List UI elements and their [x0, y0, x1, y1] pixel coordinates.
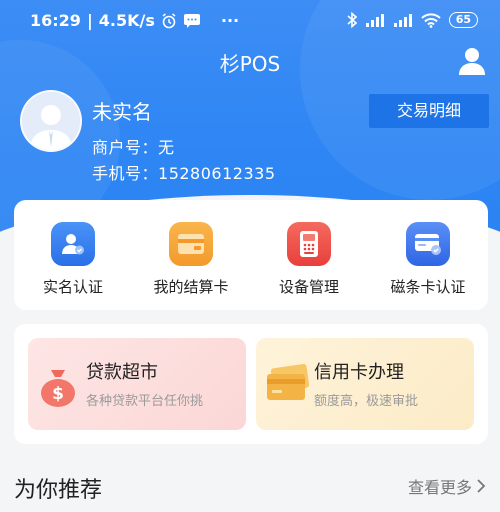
alarm-icon [162, 12, 176, 28]
promo-title: 贷款超市 [86, 362, 158, 383]
promo-subtitle: 额度高，极速审批 [314, 394, 419, 409]
message-icon [183, 13, 200, 28]
feature-label: 设备管理 [278, 278, 339, 296]
bluetooth-icon [347, 12, 357, 28]
status-speed: 4.5K/s [98, 11, 155, 30]
see-more-label: 查看更多 [407, 478, 472, 497]
money-bag-icon: $ [41, 370, 75, 407]
recommend-title: 为你推荐 [14, 478, 103, 503]
feature-id-verify[interactable]: 实名认证 [13, 222, 133, 297]
svg-text:$: $ [52, 384, 64, 404]
avatar-person-icon [22, 92, 80, 150]
promo-subtitle: 各种贷款平台任你挑 [86, 394, 204, 409]
settlement-card-icon [169, 222, 213, 266]
signal-icon-2 [393, 14, 412, 27]
credit-card-icon [267, 364, 310, 400]
promo-loan-market[interactable]: $ 贷款超市 各种贷款平台任你挑 [28, 338, 246, 430]
feature-magstripe-verify[interactable]: 磁条卡认证 [368, 222, 488, 297]
merchant-value: 无 [158, 138, 175, 157]
phone-value: 15280612335 [158, 164, 276, 183]
feature-label: 磁条卡认证 [390, 278, 466, 296]
avatar[interactable] [20, 90, 82, 152]
pos-device-icon [287, 222, 331, 266]
merchant-label: 商户号： [92, 138, 159, 157]
wifi-icon [420, 12, 441, 28]
chevron-right-icon [477, 479, 486, 493]
page-title: 杉POS [219, 52, 281, 76]
promo-credit-card[interactable]: 信用卡办理 额度高，极速审批 [256, 338, 474, 430]
trade-detail-button[interactable]: 交易明细 [369, 94, 489, 128]
phone-row: 手机号：15280612335 [92, 160, 276, 184]
phone-label: 手机号： [92, 164, 159, 183]
promo-title: 信用卡办理 [314, 362, 404, 383]
feature-label: 我的结算卡 [153, 278, 229, 296]
feature-settlement-card[interactable]: 我的结算卡 [131, 222, 251, 297]
merchant-row: 商户号：无 [92, 134, 175, 158]
user-icon[interactable] [458, 46, 486, 76]
magstripe-card-icon [406, 222, 450, 266]
id-verify-icon [51, 222, 95, 266]
see-more-link[interactable]: 查看更多 [408, 474, 486, 498]
status-time: 16:29 [30, 11, 81, 30]
profile-name: 未实名 [92, 100, 152, 124]
feature-label: 实名认证 [42, 278, 103, 296]
feature-device-manage[interactable]: 设备管理 [249, 222, 369, 297]
battery-icon: 65 [448, 12, 478, 28]
signal-icon [365, 14, 384, 27]
status-dots: ··· [220, 11, 240, 30]
status-bar: 16:29 | 4.5K/s ··· 65 [0, 0, 500, 40]
